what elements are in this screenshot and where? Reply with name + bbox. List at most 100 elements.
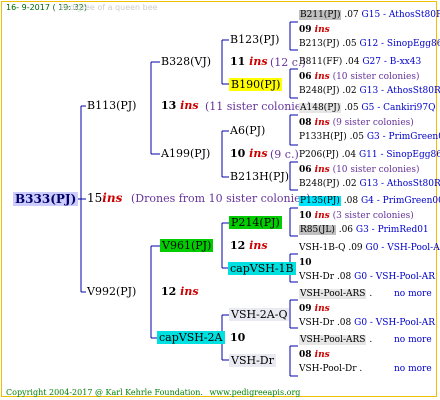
- gen4-gen-number: 09: [299, 25, 312, 35]
- gen4-queen-name[interactable]: B248(PJ): [299, 179, 339, 189]
- gen3-vsh2aq[interactable]: VSH-2A-Q: [229, 308, 290, 321]
- gen4-row: 09 ins: [299, 305, 330, 314]
- gen4-row: 08 ins: [299, 351, 330, 360]
- gen4-row: P135(PJ) .08 G4 - PrimGreen00: [299, 196, 440, 206]
- gen2-capvsh2a[interactable]: capVSH-2A: [157, 331, 225, 344]
- gen4-queen-name[interactable]: R85(JL): [299, 225, 336, 235]
- gen3-vshdr[interactable]: VSH-Dr: [229, 354, 276, 367]
- gen4-queen-name[interactable]: B811(FF): [299, 57, 342, 67]
- pedigree-page: 16- 9-2017 ( 19: 32) Pedigree of a queen…: [0, 0, 440, 400]
- gen4-row: B248(PJ) .02 G13 - AthosSt80R: [299, 180, 440, 189]
- gen4-row: VSH-Pool-Dr . no more: [299, 364, 432, 374]
- gen3-a6[interactable]: A6(PJ): [230, 125, 265, 136]
- gen3-capvsh1b[interactable]: capVSH-1B: [228, 262, 296, 275]
- gen4-inbreeding-value: .09: [345, 243, 363, 253]
- gen4-gen-number: 10: [299, 258, 312, 268]
- gen4-ins-label: ins: [311, 304, 330, 314]
- gen4-gen-number: 08: [299, 350, 312, 360]
- gen4-ins-label: ins: [311, 72, 330, 82]
- gen4-queen-name[interactable]: P206(PJ): [299, 150, 339, 160]
- gen4-inbreeding-value: .07: [341, 10, 359, 20]
- footer-copyright-text: Copyright 2004-2017 @ Karl Kehrle Founda…: [6, 388, 203, 397]
- gen4-row: 10 ins (3 sister colonies): [299, 212, 414, 221]
- gen4-no-more: no more: [394, 335, 432, 345]
- gen4-inbreeding-value: .05: [346, 132, 364, 142]
- gen4-queen-name[interactable]: B248(PJ): [299, 86, 339, 96]
- gen4-ins-label: ins: [311, 25, 330, 35]
- gen2-v961[interactable]: V961(PJ): [160, 239, 214, 252]
- gen4-ins-label: ins: [311, 165, 330, 175]
- gen4-gen-number: 06: [299, 165, 312, 175]
- gen4-ins-label: ins: [311, 350, 330, 360]
- gen4-origin-code: G13 - AthosSt80R: [356, 86, 440, 96]
- gen4-inbreeding-value: .08: [334, 318, 352, 328]
- footer-copyright: Copyright 2004-2017 @ Karl Kehrle Founda…: [6, 389, 300, 397]
- gen4-queen-name[interactable]: VSH-Dr: [299, 318, 334, 328]
- gen3-b328-ins: 11 ins: [230, 56, 268, 67]
- gen2-a199[interactable]: A199(PJ): [161, 148, 210, 159]
- gen3-a199-note: (9 c.): [270, 148, 299, 161]
- b113-gen-number: 13: [161, 99, 177, 112]
- gen4-row: 10: [299, 259, 312, 268]
- gen4-queen-name[interactable]: P135(PJ): [299, 196, 341, 206]
- gen4-inbreeding-value: .02: [339, 179, 357, 189]
- gen4-row: 09 ins: [299, 26, 330, 35]
- gen4-origin-code: G3 - PrimGreen00: [366, 132, 440, 142]
- gen3-b123[interactable]: B123(PJ): [230, 34, 279, 45]
- gen4-origin-code: G0 - VSH-Pool-AR: [362, 243, 440, 253]
- gen4-row: VSH-Pool-ARS . no more: [299, 335, 432, 345]
- gen4-row: 08 ins (9 sister colonies): [299, 119, 414, 128]
- gen4-queen-name[interactable]: B213(PJ): [299, 39, 339, 49]
- gen4-origin-code: G12 - SinopEgg86R: [359, 39, 440, 49]
- gen4-queen-name[interactable]: A148(PJ): [299, 103, 342, 113]
- footer-url-link[interactable]: www.pedigreeapis.org: [209, 388, 300, 397]
- gen4-inbreeding-value: .04: [338, 150, 357, 160]
- gen1-dam[interactable]: V992(PJ): [87, 286, 136, 297]
- gen4-queen-name[interactable]: VSH-Pool-ARS: [299, 289, 367, 299]
- gen4-origin-code: G3 - PrimRed01: [353, 225, 429, 235]
- gen4-inbreeding-value: .: [366, 335, 373, 345]
- gen4-inbreeding-value: .05: [339, 39, 357, 49]
- gen4-note: (10 sister colonies): [329, 72, 420, 82]
- root-queen[interactable]: B333(PJ): [13, 192, 79, 206]
- gen4-ins-label: ins: [311, 211, 330, 221]
- gen4-row: 06 ins (10 sister colonies): [299, 166, 420, 175]
- gen4-origin-code: G4 - PrimGreen00: [358, 196, 440, 206]
- gen2-b328[interactable]: B328(VJ): [161, 56, 211, 67]
- gen4-queen-name[interactable]: VSH-Pool-Dr: [299, 364, 357, 374]
- gen3-b190[interactable]: B190(PJ): [229, 78, 283, 91]
- gen3-p214[interactable]: P214(PJ): [229, 216, 282, 229]
- gen2-b113-ins: 13 ins: [161, 100, 199, 111]
- gen4-row: B811(FF) .04 G27 - B-xx43: [299, 58, 421, 67]
- gen4-row: VSH-1B-Q .09 G0 - VSH-Pool-AR: [299, 244, 440, 253]
- root-ins-label: ins: [102, 191, 123, 205]
- gen4-origin-code: G15 - AthosSt80R: [358, 10, 440, 20]
- root-generation: 15ins: [87, 192, 122, 204]
- gen4-origin-code: G0 - VSH-Pool-AR: [351, 272, 436, 282]
- gen4-ins-label: ins: [311, 118, 330, 128]
- gen4-no-more: no more: [394, 289, 432, 299]
- gen4-queen-name[interactable]: VSH-1B-Q: [299, 243, 345, 253]
- gen4-queen-name[interactable]: B211(PJ): [299, 10, 342, 20]
- gen3-capvsh2a-gen: 10: [230, 331, 246, 344]
- root-note: (Drones from 10 sister colonies): [131, 192, 311, 205]
- gen4-row: P133H(PJ) .05 G3 - PrimGreen00: [299, 133, 440, 142]
- gen4-row: B213(PJ) .05 G12 - SinopEgg86R: [299, 40, 440, 49]
- v992-ins-label: ins: [180, 285, 199, 298]
- b328-gen-number: 11: [230, 55, 246, 68]
- gen4-queen-name[interactable]: P133H(PJ): [299, 132, 347, 142]
- gen4-queen-name[interactable]: VSH-Dr: [299, 272, 334, 282]
- gen4-note: (10 sister colonies): [329, 165, 420, 175]
- gen4-queen-name[interactable]: VSH-Pool-ARS: [299, 335, 367, 345]
- gen4-origin-code: G11 - SinopEgg86R: [356, 150, 440, 160]
- gen4-inbreeding-value: .08: [340, 196, 359, 206]
- gen4-origin-code: G5 - Cankiri97Q: [358, 103, 436, 113]
- v992-gen-number: 12: [161, 285, 177, 298]
- gen4-row: A148(PJ) .05 G5 - Cankiri97Q: [299, 103, 436, 113]
- gen4-inbreeding-value: .: [366, 289, 373, 299]
- gen3-b213h[interactable]: B213H(PJ): [230, 171, 289, 182]
- gen4-note: (9 sister colonies): [329, 118, 414, 128]
- gen1-sire[interactable]: B113(PJ): [87, 100, 136, 111]
- gen4-gen-number: 06: [299, 72, 312, 82]
- gen4-gen-number: 09: [299, 304, 312, 314]
